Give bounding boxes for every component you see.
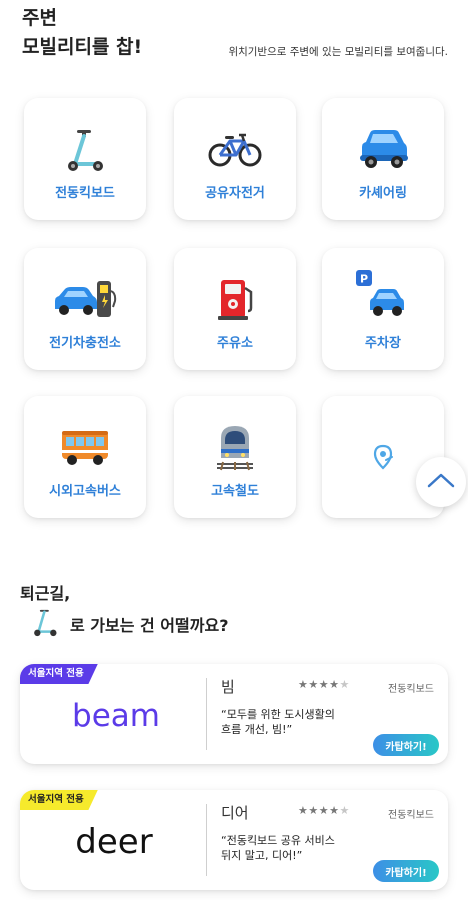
scroll-to-top-button[interactable] xyxy=(416,457,466,507)
service-description: “전동킥보드 공유 서비스 뒤지 말고, 디어!” xyxy=(221,834,335,862)
svg-text:beam: beam xyxy=(72,698,160,734)
region-badge: 서울지역 전용 xyxy=(20,664,98,684)
svg-text:P: P xyxy=(360,273,368,286)
svg-text:deer: deer xyxy=(75,822,152,862)
category-label: 주차장 xyxy=(365,336,401,351)
service-name: 디어 xyxy=(221,804,249,822)
service-type: 전동킥보드 xyxy=(388,810,434,821)
service-card-deer[interactable]: 서울지역 전용 deer 디어 ★★★★★ 전동킥보드 “전동킥보드 공유 서비… xyxy=(20,790,448,890)
card-divider xyxy=(206,804,207,876)
category-car-sharing[interactable]: 카셰어링 xyxy=(322,98,444,220)
category-label: 전기차충전소 xyxy=(49,336,121,351)
category-kick-scooter[interactable]: 전동킥보드 xyxy=(24,98,146,220)
page-title: 주변 모빌리티를 찹! xyxy=(22,4,142,62)
service-card-beam[interactable]: 서울지역 전용 beam 빔 ★★★★★ 전동킥보드 “모두를 위한 도시생활의… xyxy=(20,664,448,764)
category-label: 전동킥보드 xyxy=(55,186,115,201)
rating-stars: ★★★★★ xyxy=(298,804,350,817)
bicycle-icon xyxy=(174,124,296,174)
category-intercity-bus[interactable]: 시외고속버스 xyxy=(24,396,146,518)
category-label: 주유소 xyxy=(217,336,253,351)
recommend-text: 로 가보는 건 어떨까요? xyxy=(70,616,229,635)
service-name: 빔 xyxy=(221,678,235,696)
blue-car-icon xyxy=(322,124,444,174)
category-ev-charging[interactable]: 전기차충전소 xyxy=(24,248,146,370)
header: 주변 모빌리티를 찹! 위치기반으로 주변에 있는 모빌리티를 보여줍니다. xyxy=(0,0,468,80)
page-subtitle: 위치기반으로 주변에 있는 모빌리티를 보여줍니다. xyxy=(228,46,448,58)
region-badge: 서울지역 전용 xyxy=(20,790,98,810)
category-label: 시외고속버스 xyxy=(49,484,121,499)
chevron-up-icon xyxy=(426,471,456,493)
service-description: “모두를 위한 도시생활의 흐름 개선, 빔!” xyxy=(221,708,335,736)
category-high-speed-rail[interactable]: 고속철도 xyxy=(174,396,296,518)
category-label: 고속철도 xyxy=(211,484,259,499)
deer-logo: deer xyxy=(56,820,176,864)
kick-scooter-icon xyxy=(24,124,146,174)
rating-stars: ★★★★★ xyxy=(298,678,350,691)
service-type: 전동킥보드 xyxy=(388,684,434,695)
page-title-line1: 주변 xyxy=(22,7,57,29)
parking-icon: P xyxy=(322,270,444,320)
page-title-line2: 모빌리티를 찹! xyxy=(22,36,143,58)
fuel-pump-icon xyxy=(174,274,296,324)
train-icon xyxy=(174,422,296,472)
category-gas-station[interactable]: 주유소 xyxy=(174,248,296,370)
recommend-heading: 퇴근길, xyxy=(20,584,71,603)
recommend-subheading: 로 가보는 건 어떨까요? xyxy=(30,607,228,641)
bus-icon xyxy=(24,422,146,472)
beam-logo: beam xyxy=(56,694,176,738)
ev-charging-icon xyxy=(24,274,146,324)
category-bike-share[interactable]: 공유자전거 xyxy=(174,98,296,220)
ride-button[interactable]: 카탑하기! xyxy=(373,860,439,882)
card-divider xyxy=(206,678,207,750)
kick-scooter-icon xyxy=(30,606,60,642)
category-label: 공유자전거 xyxy=(205,186,265,201)
category-label: 카셰어링 xyxy=(359,186,407,201)
ride-button[interactable]: 카탑하기! xyxy=(373,734,439,756)
category-parking[interactable]: P 주차장 xyxy=(322,248,444,370)
